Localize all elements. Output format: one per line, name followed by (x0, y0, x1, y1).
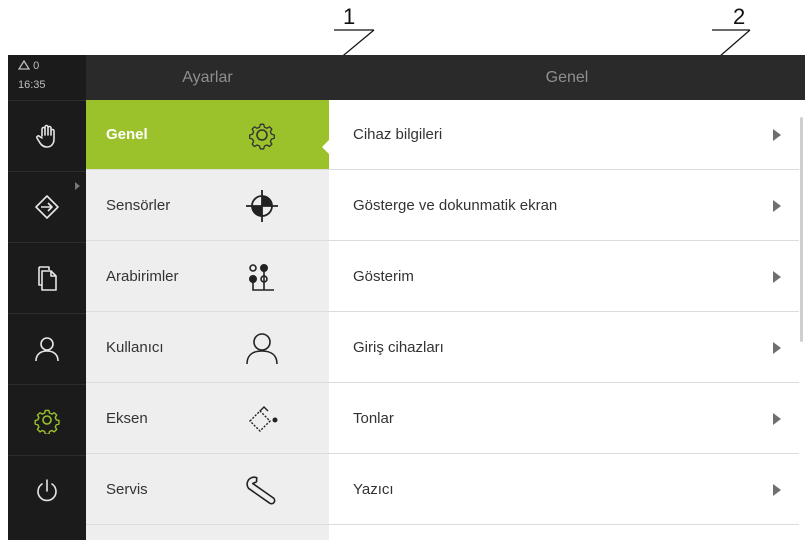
rail-item-settings[interactable] (8, 384, 86, 455)
menu-item-genel[interactable]: Genel (86, 100, 329, 170)
general-settings-panel: Genel Cihaz bilgileri Gösterge ve dokunm… (329, 55, 805, 540)
menu-item-label: Sensörler (106, 197, 171, 214)
status-area: 0 16:35 (8, 55, 86, 100)
menu-item-eksen[interactable]: Eksen (86, 384, 329, 454)
panel-item-gosterge[interactable]: Gösterge ve dokunmatik ekran (329, 171, 799, 241)
panel-item-gosterim[interactable]: Gösterim (329, 242, 799, 312)
panel-item-label: Gösterge ve dokunmatik ekran (353, 197, 558, 214)
chevron-right-icon (773, 413, 781, 425)
files-icon (38, 266, 57, 291)
gear-icon (249, 123, 275, 150)
left-nav-rail: 0 16:35 (8, 55, 86, 540)
menu-item-arabirimler[interactable]: Arabirimler (86, 242, 329, 312)
panel-item-giris-cihazlari[interactable]: Giriş cihazları (329, 313, 799, 383)
warning-count: 0 (33, 60, 40, 72)
chevron-right-icon (773, 342, 781, 354)
chevron-right-icon (773, 200, 781, 212)
rail-item-user[interactable] (8, 313, 86, 384)
rail-item-mdi[interactable] (8, 171, 86, 242)
menu-item-label: Kullanıcı (106, 339, 164, 356)
menu-item-label: Eksen (106, 410, 148, 427)
rail-item-documents[interactable] (8, 242, 86, 313)
menu-item-servis[interactable]: Servis (86, 455, 329, 525)
user-icon (246, 333, 278, 365)
scrollbar[interactable] (800, 117, 803, 342)
menu-item-label: Genel (106, 126, 148, 143)
panel-item-label: Tonlar (353, 410, 394, 427)
rail-item-manual[interactable] (8, 100, 86, 171)
menu-title: Ayarlar (86, 55, 329, 100)
wrench-icon (246, 476, 276, 505)
panel-item-label: Gösterim (353, 268, 414, 285)
panel-item-label: Giriş cihazları (353, 339, 444, 356)
gear-icon (34, 409, 60, 434)
panel-item-yazici[interactable]: Yazıcı (329, 455, 799, 525)
power-icon (37, 479, 57, 502)
panel-item-tonlar[interactable]: Tonlar (329, 384, 799, 454)
warning-indicator[interactable]: 0 (17, 59, 40, 72)
menu-item-sensorler[interactable]: Sensörler (86, 171, 329, 241)
panel-item-label: Cihaz bilgileri (353, 126, 443, 143)
chevron-right-icon (773, 271, 781, 283)
clock-time: 16:35 (18, 79, 46, 91)
crosshair-target-icon (246, 190, 278, 222)
user-icon (35, 337, 59, 362)
rail-item-power[interactable] (8, 455, 86, 526)
panel-item-label: Yazıcı (353, 481, 394, 498)
panel-item-cihaz-bilgileri[interactable]: Cihaz bilgileri (329, 100, 799, 170)
chevron-right-icon (773, 129, 781, 141)
menu-item-kullanici[interactable]: Kullanıcı (86, 313, 329, 383)
hand-icon (36, 124, 55, 148)
app-window: 0 16:35 Ayarlar Genel Sensörler Arabirim… (8, 55, 805, 540)
interface-connector-icon (249, 264, 274, 291)
submenu-indicator (75, 182, 80, 190)
panel-title: Genel (329, 55, 805, 100)
settings-menu: Ayarlar Genel Sensörler Arabirimler Kull… (86, 55, 329, 540)
axis-encoder-icon (249, 406, 278, 432)
menu-item-label: Servis (106, 481, 148, 498)
login-arrow-icon (35, 195, 59, 219)
chevron-right-icon (773, 484, 781, 496)
warning-triangle-icon (17, 59, 31, 70)
menu-item-label: Arabirimler (106, 268, 179, 285)
